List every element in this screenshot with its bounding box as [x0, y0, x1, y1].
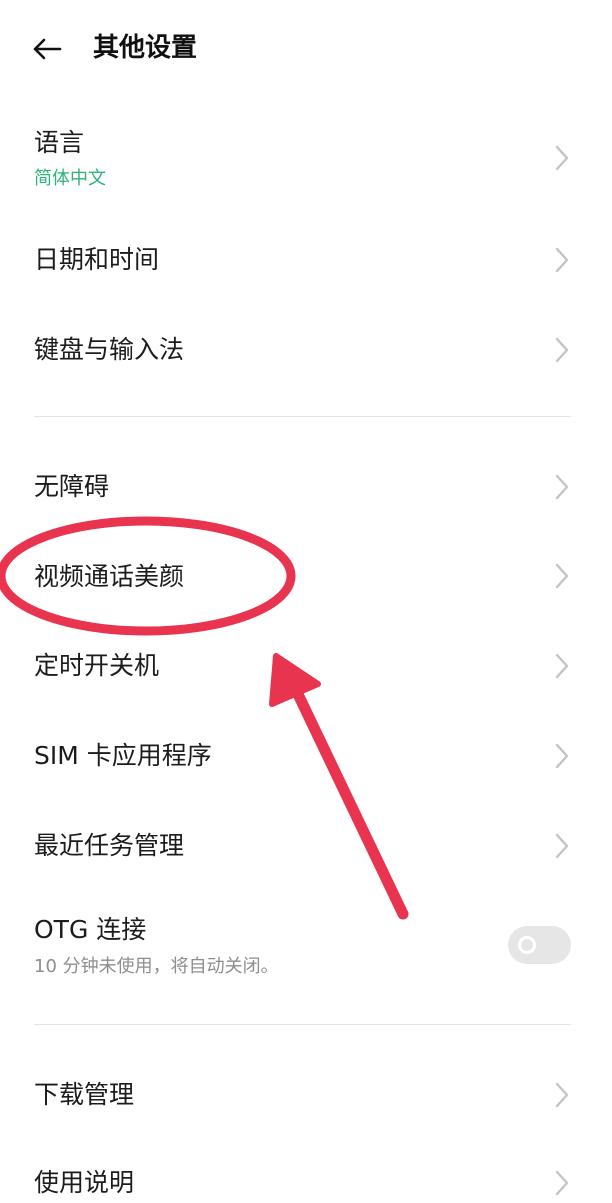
arrow-left-icon	[33, 38, 62, 60]
settings-item-sim-apps[interactable]: SIM 卡应用程序	[0, 711, 612, 801]
item-label: 键盘与输入法	[34, 335, 185, 364]
item-label: 日期和时间	[34, 245, 160, 274]
item-subtitle: 简体中文	[34, 168, 106, 189]
settings-item-download-management[interactable]: 下载管理	[0, 1050, 612, 1140]
settings-item-language[interactable]: 语言 简体中文	[0, 110, 612, 210]
section-divider	[34, 416, 571, 417]
top-bar: 其他设置	[0, 0, 612, 100]
chevron-right-icon	[555, 1170, 569, 1196]
item-label: 下载管理	[34, 1080, 135, 1109]
back-button[interactable]	[30, 34, 64, 64]
settings-item-keyboard-input[interactable]: 键盘与输入法	[0, 305, 612, 395]
item-label: OTG 连接	[34, 915, 147, 944]
settings-item-date-time[interactable]: 日期和时间	[0, 215, 612, 305]
item-label: 语言	[34, 128, 85, 157]
item-label: 无障碍	[34, 472, 110, 501]
item-label: 最近任务管理	[34, 831, 185, 860]
chevron-right-icon	[555, 653, 569, 679]
page-title: 其他设置	[93, 33, 198, 63]
chevron-right-icon	[555, 474, 569, 500]
settings-item-video-call-beauty[interactable]: 视频通话美颜	[0, 531, 612, 621]
item-label: 视频通话美颜	[34, 562, 185, 591]
chevron-right-icon	[555, 743, 569, 769]
item-subtitle: 10 分钟未使用，将自动关闭。	[34, 956, 279, 977]
item-label: SIM 卡应用程序	[34, 741, 212, 770]
section-divider	[34, 1024, 571, 1025]
settings-item-accessibility[interactable]: 无障碍	[0, 443, 612, 531]
chevron-right-icon	[555, 833, 569, 859]
settings-item-user-guide[interactable]: 使用说明	[0, 1140, 612, 1203]
chevron-right-icon	[555, 247, 569, 273]
chevron-right-icon	[555, 563, 569, 589]
chevron-right-icon	[555, 337, 569, 363]
other-settings-screen: 其他设置 语言 简体中文 日期和时间 键盘与输入法 无障碍 视频通话美颜 定时开…	[0, 0, 612, 1203]
settings-item-recent-tasks[interactable]: 最近任务管理	[0, 801, 612, 891]
item-label: 定时开关机	[34, 651, 160, 680]
otg-toggle-switch[interactable]	[508, 926, 571, 964]
chevron-right-icon	[555, 1082, 569, 1108]
settings-item-scheduled-power[interactable]: 定时开关机	[0, 621, 612, 711]
item-label: 使用说明	[34, 1168, 135, 1197]
toggle-knob	[518, 936, 536, 954]
chevron-right-icon	[555, 145, 569, 171]
